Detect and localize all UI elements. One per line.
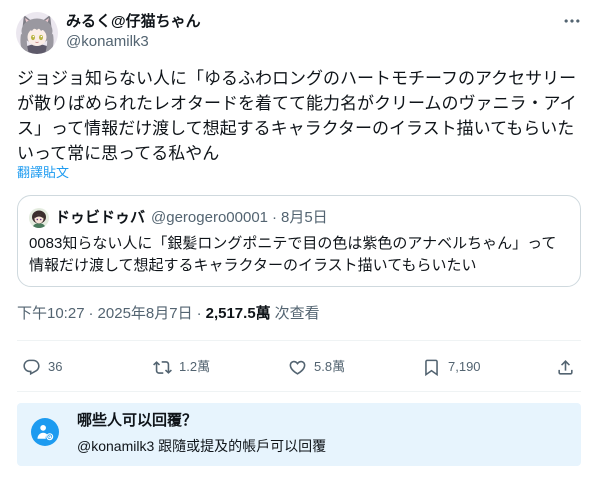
share-button[interactable]	[556, 357, 575, 377]
more-options-button[interactable]	[562, 11, 582, 31]
quoted-post-date: 8月5日	[281, 209, 328, 226]
divider	[17, 340, 581, 341]
post-text-line: ス」って情報だけ渡して想起するキャラクターのイラスト描いてもらいた	[17, 119, 575, 138]
bookmark-count: 7,190	[448, 359, 481, 374]
bookmark-icon	[422, 358, 441, 377]
quoted-post-card[interactable]: ドゥビドゥバ @gerogero00001 · 8月5日 0083知らない人に「銀髪ロ…	[17, 195, 581, 287]
quoted-author-handle: @gerogero00001	[151, 209, 268, 226]
author-display-name[interactable]: みるく@仔猫ちゃん	[66, 12, 201, 32]
divider	[17, 391, 581, 392]
timestamp-link[interactable]: 下午10:27 · 2025年8月7日	[17, 305, 193, 322]
repost-icon	[153, 358, 172, 377]
quoted-author-avatar	[29, 208, 49, 228]
reply-restriction-title: 哪些人可以回覆？	[77, 412, 198, 429]
separator-dot: ·	[196, 305, 202, 322]
share-icon	[556, 358, 575, 377]
author-avatar[interactable]	[16, 12, 58, 54]
quoted-author-name: ドゥビドゥバ	[55, 209, 146, 226]
person-at-icon	[37, 425, 54, 441]
like-count: 5.8萬	[314, 359, 346, 374]
quoted-author-avatar-image	[29, 208, 49, 228]
separator-dot: ·	[88, 305, 94, 322]
quoted-post-text-line: 0083知らない人に「銀髪ロングポニテで目の色は紫色のアナベルちゃん」って	[29, 235, 557, 252]
reply-button[interactable]: 36	[22, 357, 62, 377]
reply-restriction-card: 哪些人可以回覆？ @konamilk3 跟隨或提及的帳戶可以回覆	[17, 403, 581, 466]
translate-post-link[interactable]: 翻譯貼文	[17, 165, 69, 181]
reply-restriction-badge	[31, 418, 59, 446]
reply-count: 36	[48, 359, 63, 374]
bookmark-button[interactable]: 7,190	[422, 357, 481, 377]
author-handle[interactable]: @konamilk3	[66, 32, 149, 52]
reply-restriction-description: @konamilk3 跟隨或提及的帳戶可以回覆	[77, 438, 327, 454]
post-text-line: いって常に思ってる私やん	[17, 144, 220, 163]
post-time: 下午10:27	[17, 305, 85, 322]
reply-icon	[22, 358, 41, 377]
views-link[interactable]: 2,517.5萬 次查看	[206, 305, 320, 322]
quoted-post-header: ドゥビドゥバ @gerogero00001 · 8月5日	[55, 208, 328, 228]
post-meta: 下午10:27 · 2025年8月7日 · 2,517.5萬 次查看	[17, 304, 320, 324]
separator-dot: ·	[272, 209, 277, 226]
author-avatar-image	[16, 12, 58, 54]
views-count: 2,517.5萬	[205, 305, 271, 322]
like-button[interactable]: 5.8萬	[288, 357, 345, 377]
heart-icon	[288, 358, 307, 377]
post-text: ジョジョ知らない人に「ゆるふわロングのハートモチーフのアクセサリー が散りばめら…	[17, 66, 591, 166]
views-label: 次查看	[274, 305, 320, 322]
post-text-line: が散りばめられたレオタードを着てて能力名がクリームのヴァニラ・アイ	[17, 94, 577, 113]
post-text-line: ジョジョ知らない人に「ゆるふわロングのハートモチーフのアクセサリー	[17, 69, 577, 88]
quoted-post-text: 0083知らない人に「銀髪ロングポニテで目の色は紫色のアナベルちゃん」って 情報…	[29, 233, 577, 277]
quoted-post-text-line: 情報だけ渡して想起するキャラクターのイラスト描いてもらいたい	[29, 257, 477, 274]
repost-button[interactable]: 1.2萬	[153, 357, 210, 377]
post-date: 2025年8月7日	[97, 305, 193, 322]
more-horizontal-icon	[564, 19, 580, 23]
repost-count: 1.2萬	[179, 359, 211, 374]
